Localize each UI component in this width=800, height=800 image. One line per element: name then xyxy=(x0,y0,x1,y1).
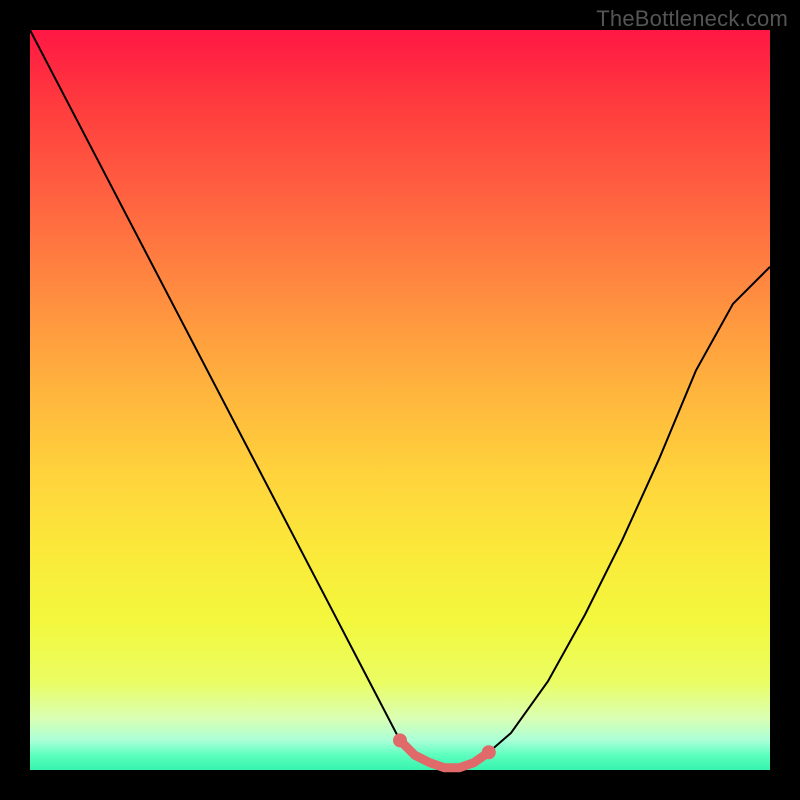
chart-frame: TheBottleneck.com xyxy=(0,0,800,800)
watermark-text: TheBottleneck.com xyxy=(596,6,788,32)
highlight-dot-0 xyxy=(393,733,407,747)
highlight-dot-1 xyxy=(482,745,496,759)
curve-highlight xyxy=(400,740,489,767)
curve-main xyxy=(30,30,770,768)
bottleneck-curve xyxy=(30,30,770,770)
plot-area xyxy=(30,30,770,770)
